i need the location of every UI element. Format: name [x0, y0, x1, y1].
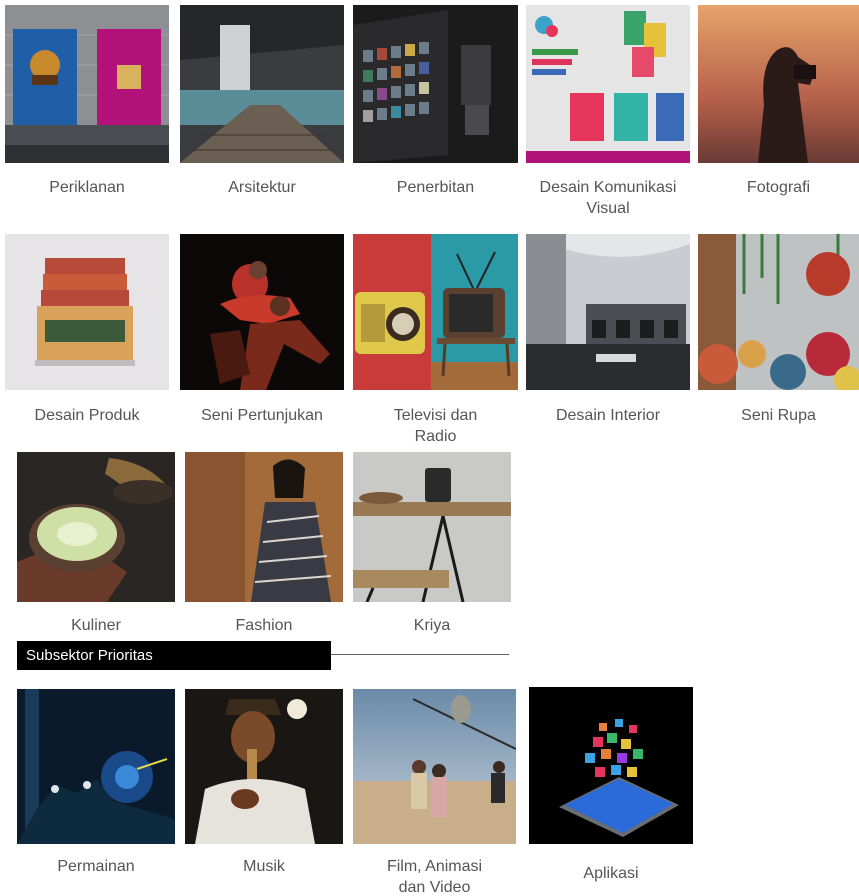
category-fotografi[interactable]: Fotografi: [698, 5, 859, 196]
film-shooting-image: [353, 689, 516, 844]
category-label: Televisi dan Radio: [393, 407, 478, 445]
category-penerbitan[interactable]: Penerbitan: [353, 5, 518, 196]
matcha-latte-image: [17, 452, 175, 602]
priority-label: Film, Animasi dan Video: [386, 858, 483, 896]
category-label: Desain Interior: [555, 407, 661, 424]
smartphone-apps-image: [529, 687, 693, 844]
category-desain-produk[interactable]: Desain Produk: [5, 234, 169, 424]
radio-television-image: [353, 234, 518, 390]
category-label: Periklanan: [49, 179, 125, 196]
category-desain-komunikasi-visual[interactable]: Desain Komunikasi Visual: [526, 5, 690, 217]
interior-room-image: [526, 234, 690, 390]
packaging-product-image: [5, 234, 169, 390]
poster-design-image: [526, 5, 690, 163]
category-televisi-dan-radio[interactable]: Televisi dan Radio: [353, 234, 518, 445]
priority-label: Aplikasi: [583, 865, 639, 882]
priority-label: Musik: [243, 858, 285, 875]
category-label: Desain Komunikasi Visual: [539, 179, 677, 217]
fashion-model-image: [185, 452, 343, 602]
photographer-silhouette-image: [698, 5, 859, 163]
art-installation-image: [698, 234, 859, 390]
priority-label: Permainan: [57, 858, 135, 875]
wooden-table-image: [353, 452, 511, 602]
category-label: Kriya: [413, 617, 451, 634]
category-label: Fotografi: [746, 179, 811, 196]
architecture-pool-image: [180, 5, 344, 163]
game-scene-image: [17, 689, 175, 844]
category-label: Kuliner: [71, 617, 121, 634]
category-seni-rupa[interactable]: Seni Rupa: [698, 234, 859, 424]
category-label: Fashion: [235, 617, 293, 634]
dancers-image: [180, 234, 344, 390]
advertising-posters-image: [5, 5, 169, 163]
category-fashion[interactable]: Fashion: [185, 452, 343, 634]
category-label: Arsitektur: [228, 179, 296, 196]
category-desain-interior[interactable]: Desain Interior: [526, 234, 690, 424]
priority-film-animasi-dan-video[interactable]: Film, Animasi dan Video: [353, 689, 516, 896]
category-label: Seni Pertunjukan: [201, 407, 323, 424]
priority-musik[interactable]: Musik: [185, 689, 343, 875]
section-heading: Subsektor Prioritas: [17, 641, 331, 670]
category-label: Desain Produk: [34, 407, 140, 424]
priority-permainan[interactable]: Permainan: [17, 689, 175, 875]
category-label: Penerbitan: [396, 179, 475, 196]
priority-aplikasi[interactable]: Aplikasi: [529, 687, 693, 882]
category-label: Seni Rupa: [741, 407, 816, 424]
category-kuliner[interactable]: Kuliner: [17, 452, 175, 634]
category-kriya[interactable]: Kriya: [353, 452, 511, 634]
flute-player-image: [185, 689, 343, 844]
section-divider: [331, 654, 509, 655]
bookstore-image: [353, 5, 518, 163]
category-seni-pertunjukan[interactable]: Seni Pertunjukan: [180, 234, 344, 424]
category-arsitektur[interactable]: Arsitektur: [180, 5, 344, 196]
category-periklanan[interactable]: Periklanan: [5, 5, 169, 196]
